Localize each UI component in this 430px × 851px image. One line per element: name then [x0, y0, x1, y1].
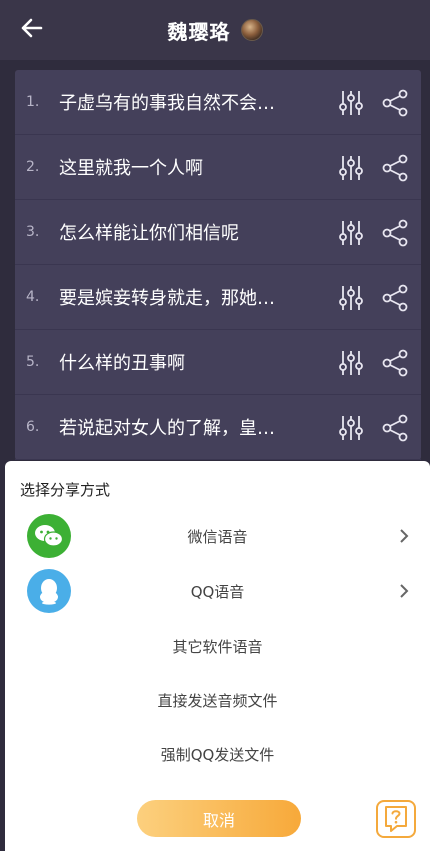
chevron-right-icon	[392, 579, 416, 603]
title-group: 魏璎珞	[0, 14, 430, 46]
equalizer-icon[interactable]	[337, 154, 365, 182]
item-number: 6.	[26, 419, 40, 435]
cancel-button[interactable]: 取消	[137, 800, 301, 837]
share-icon[interactable]	[381, 349, 409, 377]
option-label: QQ语音	[190, 582, 245, 601]
share-icon[interactable]	[381, 219, 409, 247]
other-app-voice-option[interactable]: 其它软件语音	[5, 621, 430, 671]
equalizer-icon[interactable]	[337, 414, 365, 442]
item-number: 3.	[26, 224, 40, 240]
list-item[interactable]: 2. 这里就我一个人啊	[15, 135, 421, 200]
avatar[interactable]	[240, 19, 263, 41]
item-actions	[337, 265, 409, 330]
share-icon[interactable]	[381, 89, 409, 117]
list-item[interactable]: 1. 子虚乌有的事我自然不会…	[15, 70, 421, 135]
item-text: 若说起对女人的了解，皇…	[59, 418, 275, 439]
sheet-title: 选择分享方式	[20, 481, 111, 499]
equalizer-icon[interactable]	[337, 219, 365, 247]
share-icon[interactable]	[381, 154, 409, 182]
item-text: 要是嫔妾转身就走，那她…	[59, 288, 275, 309]
item-actions	[337, 200, 409, 265]
share-sheet: 选择分享方式 微信语音 QQ语音 其它软件语音 直接发送音频文件 强制QQ发送文…	[5, 461, 430, 851]
list-item[interactable]: 4. 要是嫔妾转身就走，那她…	[15, 265, 421, 330]
send-audio-file-option[interactable]: 直接发送音频文件	[5, 675, 430, 725]
list-item[interactable]: 5. 什么样的丑事啊	[15, 330, 421, 395]
item-number: 5.	[26, 354, 40, 370]
list-item[interactable]: 6. 若说起对女人的了解，皇…	[15, 395, 421, 460]
option-label: 微信语音	[187, 527, 248, 546]
list-item[interactable]: 3. 怎么样能让你们相信呢	[15, 200, 421, 265]
top-bar: 魏璎珞	[0, 0, 430, 60]
qq-voice-option[interactable]: QQ语音	[5, 566, 430, 616]
item-number: 4.	[26, 289, 40, 305]
equalizer-icon[interactable]	[337, 284, 365, 312]
item-text: 什么样的丑事啊	[59, 353, 185, 374]
page-title: 魏璎珞	[167, 19, 231, 44]
item-text: 子虚乌有的事我自然不会…	[59, 93, 275, 114]
chevron-right-icon	[392, 524, 416, 548]
option-label: 其它软件语音	[172, 637, 263, 656]
option-label: 直接发送音频文件	[157, 691, 278, 710]
audio-list: 1. 子虚乌有的事我自然不会… 2. 这里就我一个人啊 3. 怎么样能让你们相信…	[15, 70, 421, 460]
item-actions	[337, 135, 409, 200]
share-icon[interactable]	[381, 284, 409, 312]
item-actions	[337, 70, 409, 135]
item-number: 1.	[26, 94, 40, 110]
item-actions	[337, 395, 409, 460]
item-actions	[337, 330, 409, 395]
equalizer-icon[interactable]	[337, 349, 365, 377]
wechat-icon	[27, 514, 71, 558]
item-text: 这里就我一个人啊	[59, 158, 203, 179]
item-number: 2.	[26, 159, 40, 175]
item-text: 怎么样能让你们相信呢	[59, 223, 239, 244]
share-icon[interactable]	[381, 414, 409, 442]
help-button[interactable]	[376, 800, 416, 838]
equalizer-icon[interactable]	[337, 89, 365, 117]
help-icon	[385, 806, 407, 832]
wechat-voice-option[interactable]: 微信语音	[5, 511, 430, 561]
option-label: 强制QQ发送文件	[160, 745, 275, 764]
qq-icon	[27, 569, 71, 613]
force-qq-file-option[interactable]: 强制QQ发送文件	[5, 729, 430, 779]
